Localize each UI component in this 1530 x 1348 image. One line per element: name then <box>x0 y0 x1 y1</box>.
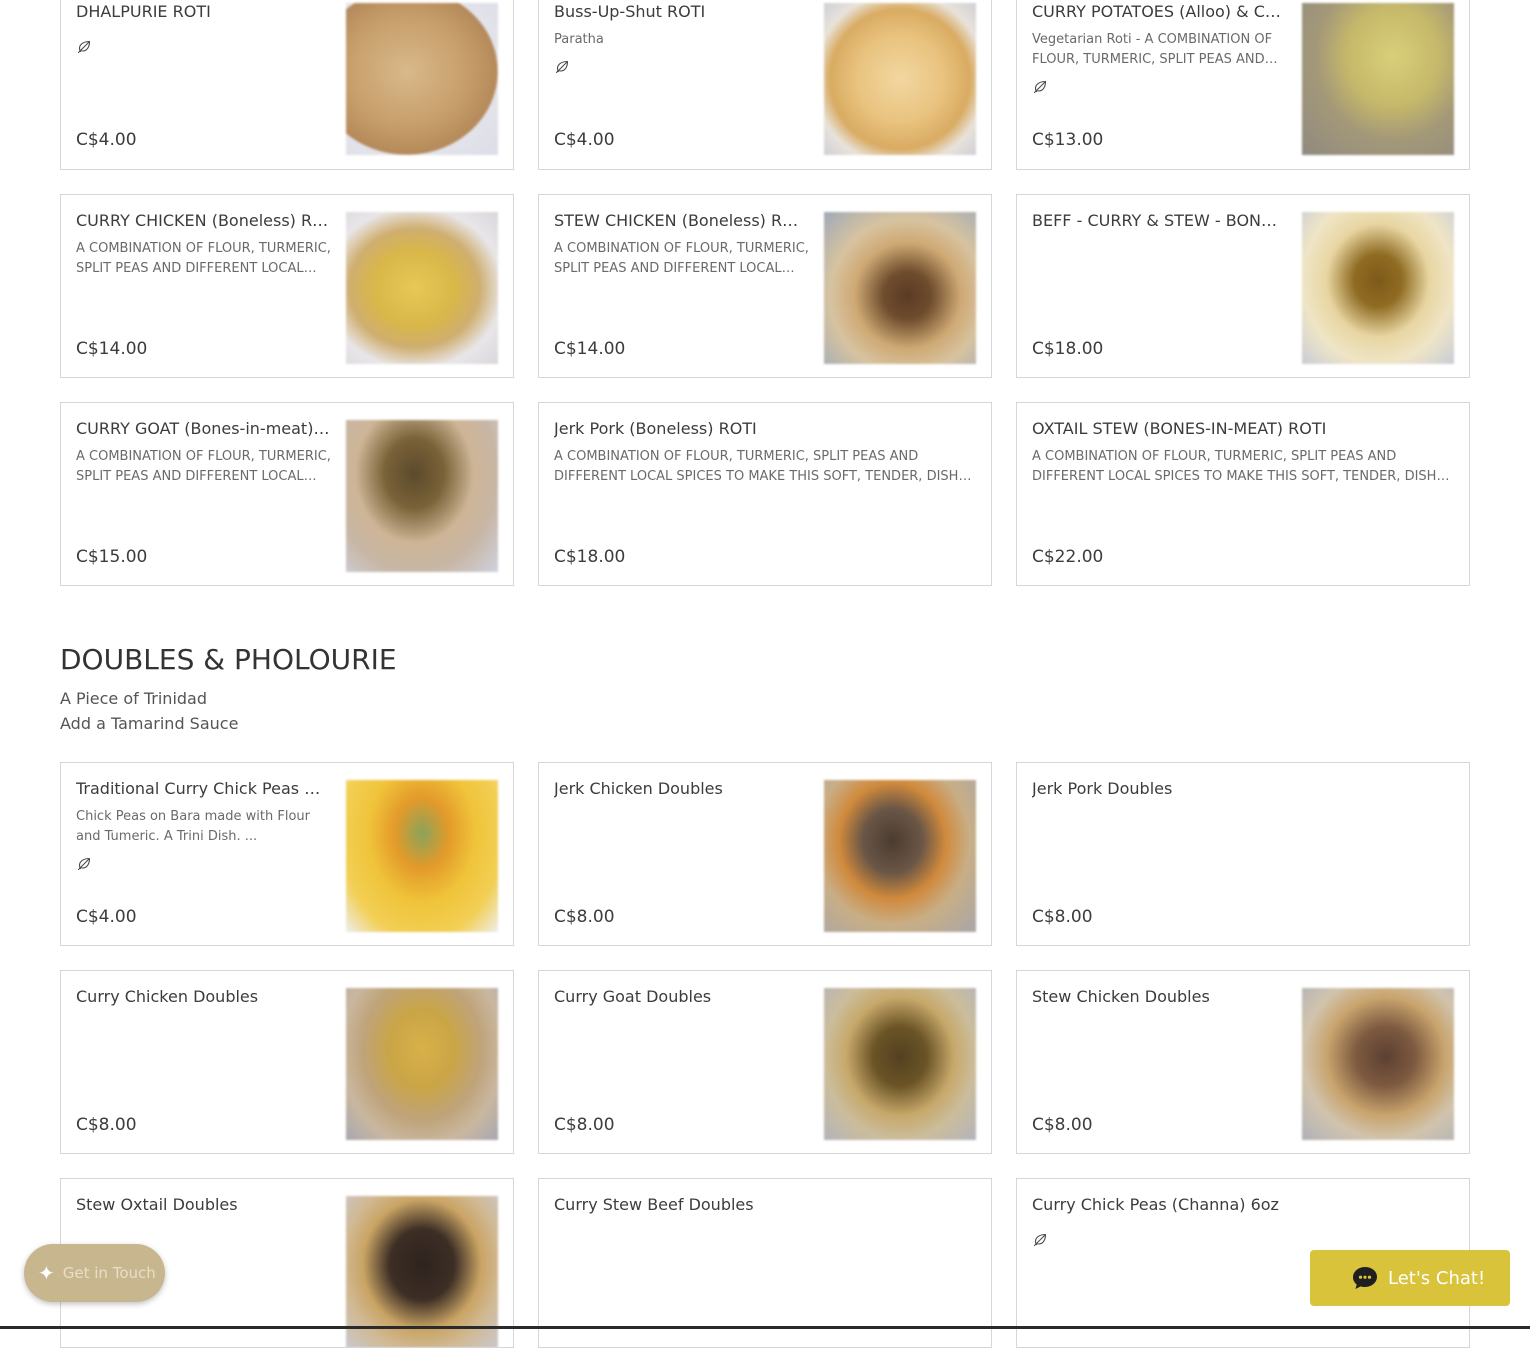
menu-item-price: C$15.00 <box>76 547 148 567</box>
menu-item-curry-chicken-boneless-roti[interactable]: CURRY CHICKEN (Boneless) ROTI A COMBINATI… <box>60 194 514 378</box>
menu-item-curry-stew-beef-doubles[interactable]: Curry Stew Beef Doubles <box>538 1178 992 1348</box>
menu-item-stew-chicken-doubles[interactable]: Stew Chicken Doubles C$8.00 <box>1016 970 1470 1154</box>
food-photo[interactable] <box>824 3 976 155</box>
section-subtitle: A Piece of Trinidad <box>60 689 207 708</box>
menu-item-name: Curry Chick Peas (Channa) 6oz <box>1032 1195 1279 1214</box>
menu-item-name: Stew Chicken Doubles <box>1032 987 1210 1006</box>
menu-item-price: C$8.00 <box>1032 1115 1093 1135</box>
menu-item-price: C$4.00 <box>76 130 137 150</box>
sparkle-icon: ✦ <box>38 1261 55 1285</box>
menu-item-name: Jerk Pork Doubles <box>1032 779 1173 798</box>
leaf-icon <box>1032 1232 1048 1248</box>
get-in-touch-label: Get in Touch <box>62 1264 156 1282</box>
menu-item-price: C$8.00 <box>1032 907 1093 927</box>
menu-item-price: C$14.00 <box>76 339 148 359</box>
chat-bubble-icon <box>1353 1267 1377 1289</box>
menu-item-beff-curry-stew-boneless[interactable]: BEFF - CURRY & STEW - BONELESS C$18.00 <box>1016 194 1470 378</box>
section-title: DOUBLES & PHOLOURIE <box>60 643 397 676</box>
menu-item-traditional-curry-chick-peas-doubles[interactable]: Traditional Curry Chick Peas Doubles Chic… <box>60 762 514 946</box>
menu-item-stew-chicken-boneless-roti[interactable]: STEW CHICKEN (Boneless) ROTI A COMBINATIO… <box>538 194 992 378</box>
menu-item-name: Curry Goat Doubles <box>554 987 712 1006</box>
food-photo[interactable] <box>824 780 976 932</box>
leaf-icon <box>1032 79 1048 95</box>
menu-item-name: BEFF - CURRY & STEW - BONELESS <box>1032 211 1287 230</box>
menu-item-description: Chick Peas on Bara made with Flour and T… <box>76 809 310 844</box>
food-photo[interactable] <box>346 780 498 932</box>
menu-item-description: A COMBINATION OF FLOUR, TURMERIC, SPLIT … <box>76 241 331 276</box>
leaf-icon <box>554 59 570 75</box>
menu-item-name: CURRY GOAT (Bones-in-meat) ROTI <box>76 419 331 438</box>
menu-item-buss-up-shut-roti[interactable]: Buss-Up-Shut ROTI Paratha C$4.00 <box>538 0 992 170</box>
menu-item-name: Buss-Up-Shut ROTI <box>554 2 706 21</box>
menu-item-description: A COMBINATION OF FLOUR, TURMERIC, SPLIT … <box>1032 449 1437 484</box>
menu-item-name: DHALPURIE ROTI <box>76 2 211 21</box>
menu-item-price: C$4.00 <box>76 907 137 927</box>
menu-item-price: C$8.00 <box>554 1115 615 1135</box>
menu-item-jerk-chicken-doubles[interactable]: Jerk Chicken Doubles C$8.00 <box>538 762 992 946</box>
section-subtitle-sauce: Add a Tamarind Sauce <box>60 714 239 733</box>
menu-item-price: C$18.00 <box>554 547 626 567</box>
menu-item-price: C$18.00 <box>1032 339 1104 359</box>
food-photo[interactable] <box>824 988 976 1140</box>
leaf-icon <box>76 856 92 872</box>
menu-item-price: C$13.00 <box>1032 130 1104 150</box>
food-photo[interactable] <box>346 988 498 1140</box>
menu-item-name: CURRY POTATOES (Alloo) & CHICKPEAS ROTI <box>1032 2 1287 21</box>
menu-item-name: Jerk Chicken Doubles <box>554 779 723 798</box>
menu-item-name: OXTAIL STEW (BONES-IN-MEAT) ROTI <box>1032 419 1327 438</box>
menu-item-name: Jerk Pork (Boneless) ROTI <box>554 419 757 438</box>
menu-item-name: STEW CHICKEN (Boneless) ROTI <box>554 211 809 230</box>
menu-item-description: Vegetarian Roti - A COMBINATION OF FLOUR… <box>1032 32 1273 67</box>
menu-item-curry-goat-bones-in-meat-roti[interactable]: CURRY GOAT (Bones-in-meat) ROTI A COMBINA… <box>60 402 514 586</box>
menu-item-name: Traditional Curry Chick Peas Doubles <box>76 779 331 798</box>
menu-item-curry-chicken-doubles[interactable]: Curry Chicken Doubles C$8.00 <box>60 970 514 1154</box>
menu-item-price: C$4.00 <box>554 130 615 150</box>
menu-item-price: C$14.00 <box>554 339 626 359</box>
menu-item-dhalpurie-roti[interactable]: DHALPURIE ROTI C$4.00 <box>60 0 514 170</box>
menu-item-name: Curry Stew Beef Doubles <box>554 1195 754 1214</box>
chat-button[interactable]: Let's Chat! <box>1310 1250 1510 1306</box>
menu-item-jerk-pork-boneless-roti[interactable]: Jerk Pork (Boneless) ROTI A COMBINATION O… <box>538 402 992 586</box>
food-photo[interactable] <box>346 420 498 572</box>
menu-item-name: Stew Oxtail Doubles <box>76 1195 238 1214</box>
food-photo[interactable] <box>824 212 976 364</box>
food-photo[interactable] <box>346 3 498 155</box>
menu-item-name: CURRY CHICKEN (Boneless) ROTI <box>76 211 331 230</box>
menu-item-oxtail-stew-bones-in-meat-roti[interactable]: OXTAIL STEW (BONES-IN-MEAT) ROTI A COMBIN… <box>1016 402 1470 586</box>
menu-item-price: C$22.00 <box>1032 547 1104 567</box>
chat-label: Let's Chat! <box>1388 1267 1486 1289</box>
menu-item-description: A COMBINATION OF FLOUR, TURMERIC, SPLIT … <box>76 449 331 484</box>
food-photo[interactable] <box>346 212 498 364</box>
menu-item-description: Paratha <box>554 32 604 47</box>
get-in-touch-button[interactable]: ✦ Get in Touch <box>24 1244 165 1302</box>
menu-item-name: Curry Chicken Doubles <box>76 987 259 1006</box>
menu-item-price: C$8.00 <box>76 1115 137 1135</box>
menu-item-curry-potatoes-alloo-chickpeas-roti[interactable]: CURRY POTATOES (Alloo) & CHICKPEAS ROTI V… <box>1016 0 1470 170</box>
menu-item-curry-goat-doubles[interactable]: Curry Goat Doubles C$8.00 <box>538 970 992 1154</box>
menu-item-price: C$8.00 <box>554 907 615 927</box>
leaf-icon <box>76 39 92 55</box>
food-photo[interactable] <box>1302 212 1454 364</box>
food-photo[interactable] <box>1302 3 1454 155</box>
menu-item-description: A COMBINATION OF FLOUR, TURMERIC, SPLIT … <box>554 449 959 484</box>
menu-item-description: A COMBINATION OF FLOUR, TURMERIC, SPLIT … <box>554 241 809 276</box>
food-photo[interactable] <box>1302 988 1454 1140</box>
menu-item-jerk-pork-doubles[interactable]: Jerk Pork Doubles C$8.00 <box>1016 762 1470 946</box>
